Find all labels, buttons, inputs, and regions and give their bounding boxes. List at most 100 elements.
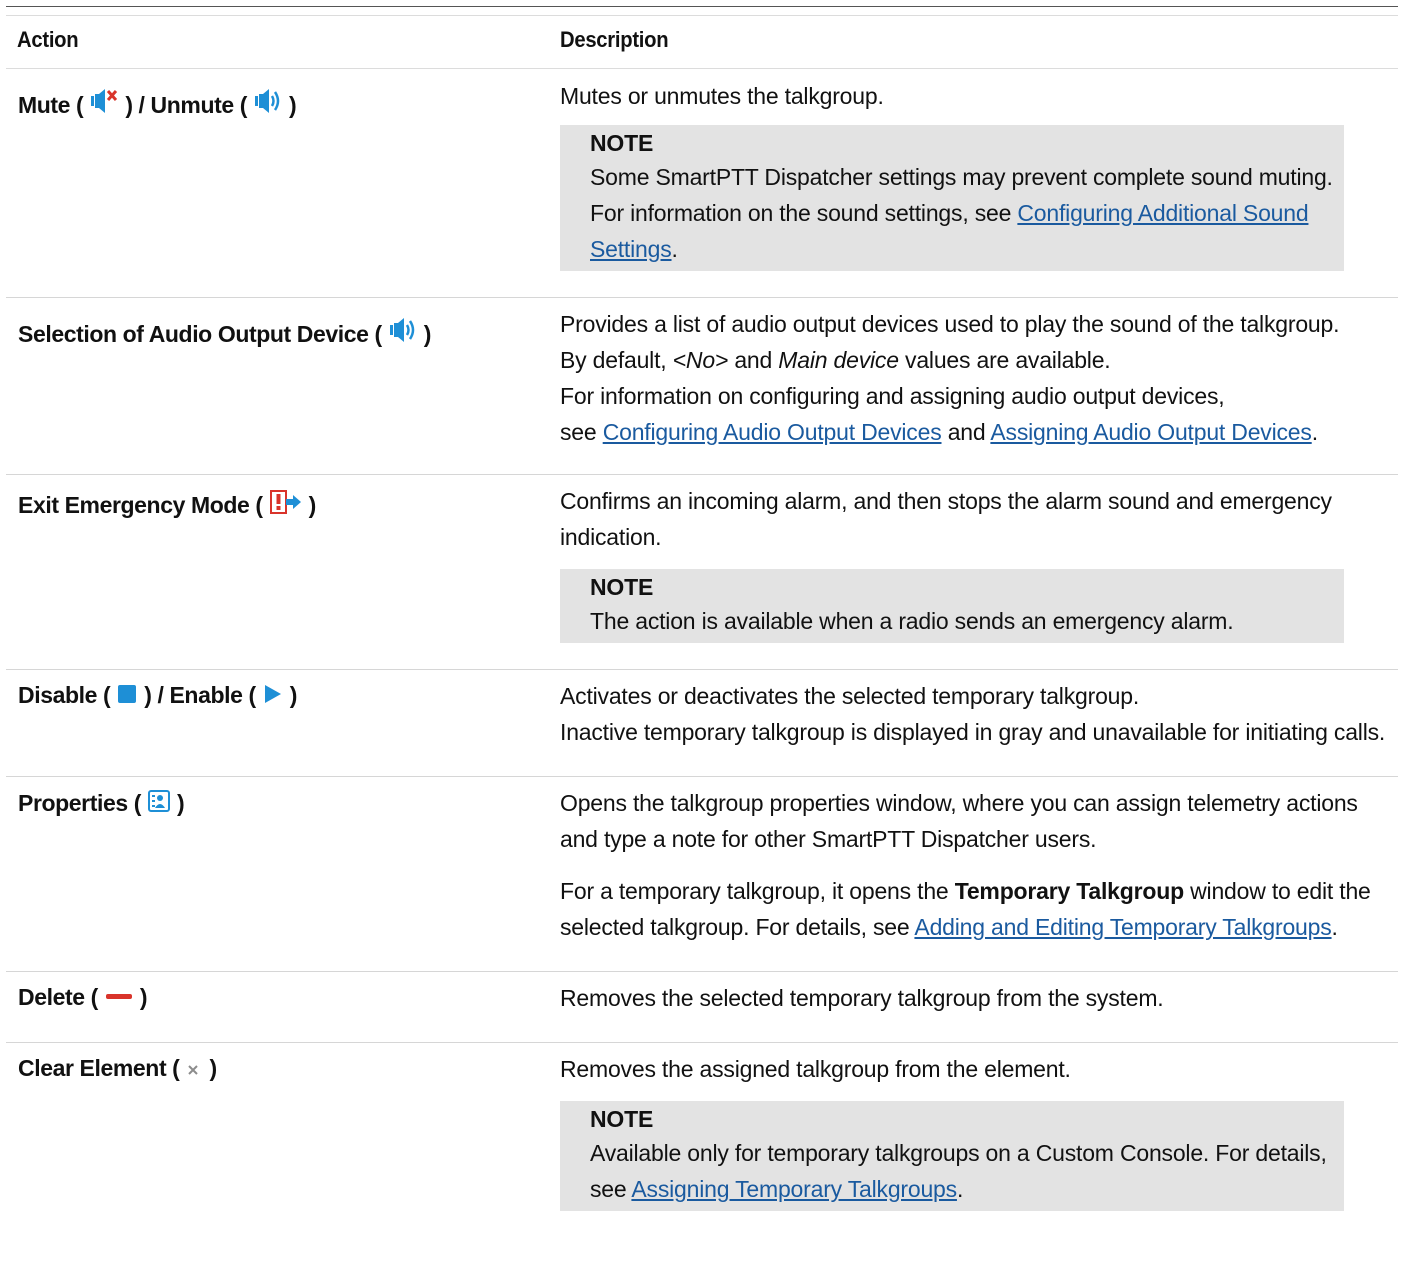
italic-main-device: Main device bbox=[778, 347, 899, 373]
description-cell: Opens the talkgroup properties window, w… bbox=[560, 776, 1398, 972]
note-title: NOTE bbox=[590, 130, 654, 156]
description-cell: Mutes or unmutes the talkgroup. NOTE Som… bbox=[560, 68, 1398, 298]
description-cell: Removes the assigned talkgroup from the … bbox=[560, 1043, 1398, 1211]
table-row-delete: Delete ( ) Removes the selected temporar… bbox=[6, 971, 1398, 1043]
note-text-part: . bbox=[956, 1176, 964, 1202]
link-assigning-audio-output-devices[interactable]: Assigning Audio Output Devices bbox=[990, 419, 1312, 445]
description: Removes the assigned talkgroup from the … bbox=[560, 1043, 1398, 1211]
note-text: The action is available when a radio sen… bbox=[590, 608, 1234, 634]
table-row-audio-output: Selection of Audio Output Device ( ) Pro… bbox=[6, 297, 1398, 475]
properties-card-icon bbox=[147, 789, 171, 819]
header-action-label: Action bbox=[17, 27, 79, 52]
description-line: Activates or deactivates the selected te… bbox=[560, 683, 1140, 709]
table-header-row: Action Description bbox=[6, 15, 1398, 69]
close-x-icon bbox=[185, 1057, 203, 1084]
note-text: Some SmartPTT Dispatcher settings may pr… bbox=[590, 159, 1334, 267]
text-part: By default, bbox=[560, 347, 673, 373]
header-description: Description bbox=[560, 15, 1331, 69]
description-paragraph: For a temporary talkgroup, it opens the … bbox=[560, 873, 1388, 945]
play-triangle-icon bbox=[262, 683, 284, 711]
action-label: Properties ( ) bbox=[6, 777, 560, 819]
link-adding-editing-temporary-talkgroups[interactable]: Adding and Editing Temporary Talkgroups bbox=[914, 914, 1331, 940]
description: Activates or deactivates the selected te… bbox=[560, 670, 1398, 776]
description-line: Provides a list of audio output devices … bbox=[560, 311, 1340, 337]
action-label: Delete ( ) bbox=[6, 972, 560, 1013]
table-row-clear-element: Clear Element ( ) Removes the assigned t… bbox=[6, 1043, 1398, 1211]
action-label: Mute ( ) / Unmute ( ) bbox=[6, 69, 560, 121]
action-text: ) bbox=[177, 790, 185, 816]
actions-table: Action Description Mute ( ) / Unmute ( )… bbox=[6, 15, 1398, 1211]
text-part: . bbox=[1331, 914, 1338, 940]
note-title: NOTE bbox=[590, 1106, 654, 1132]
description-cell: Confirms an incoming alarm, and then sto… bbox=[560, 474, 1398, 670]
link-assigning-temporary-talkgroups[interactable]: Assigning Temporary Talkgroups bbox=[631, 1176, 957, 1202]
action-text: Properties ( bbox=[18, 790, 142, 816]
description: Removes the selected temporary talkgroup… bbox=[560, 972, 1398, 1042]
description-line: Inactive temporary talkgroup is displaye… bbox=[560, 719, 1386, 745]
action-text: ) bbox=[209, 1055, 217, 1081]
header-action: Action bbox=[6, 15, 516, 69]
action-cell: Mute ( ) / Unmute ( ) bbox=[6, 68, 560, 298]
minus-bar-icon bbox=[104, 986, 134, 1013]
description: Confirms an incoming alarm, and then sto… bbox=[560, 475, 1398, 669]
description-text: Mutes or unmutes the talkgroup. bbox=[560, 83, 884, 109]
description-line: For information on configuring and assig… bbox=[560, 383, 1225, 409]
header-description-label: Description bbox=[560, 27, 669, 52]
action-text: ) bbox=[289, 92, 297, 118]
description-text: Removes the selected temporary talkgroup… bbox=[560, 985, 1164, 1011]
description: Provides a list of audio output devices … bbox=[560, 298, 1398, 474]
action-text: Delete ( bbox=[18, 984, 98, 1010]
description: Opens the talkgroup properties window, w… bbox=[560, 777, 1398, 971]
description-text: Removes the assigned talkgroup from the … bbox=[560, 1056, 1071, 1082]
text-part: and bbox=[941, 419, 991, 445]
action-label: Clear Element ( ) bbox=[6, 1043, 560, 1084]
action-label: Exit Emergency Mode ( ) bbox=[6, 475, 560, 521]
description: Mutes or unmutes the talkgroup. NOTE Som… bbox=[560, 69, 1398, 297]
link-configuring-audio-output-devices[interactable]: Configuring Audio Output Devices bbox=[603, 419, 942, 445]
note-text-part: . bbox=[671, 236, 678, 262]
action-text: Mute ( bbox=[18, 92, 84, 118]
action-text: ) bbox=[423, 321, 432, 347]
description-cell: Removes the selected temporary talkgroup… bbox=[560, 971, 1398, 1043]
action-text: ) / Enable ( bbox=[144, 682, 256, 708]
action-text: ) bbox=[139, 984, 148, 1010]
description-paragraph: Opens the talkgroup properties window, w… bbox=[560, 790, 1358, 852]
action-label: Selection of Audio Output Device ( ) bbox=[6, 298, 560, 350]
italic-no-value: <No> bbox=[672, 347, 729, 373]
top-rule bbox=[6, 6, 1398, 7]
table-row-mute: Mute ( ) / Unmute ( ) Mutes or unmutes t… bbox=[6, 68, 1398, 298]
text-part: see bbox=[560, 419, 603, 445]
note-box: NOTE Some SmartPTT Dispatcher settings m… bbox=[560, 125, 1344, 271]
text-part: and bbox=[728, 347, 779, 373]
table-row-exit-emergency: Exit Emergency Mode ( ) Confirms an inco… bbox=[6, 474, 1398, 670]
action-text: Disable ( bbox=[18, 682, 111, 708]
action-text: ) / Unmute ( bbox=[125, 92, 248, 118]
exit-emergency-icon bbox=[269, 489, 303, 521]
description-line: see Configuring Audio Output Devices and… bbox=[560, 414, 1388, 450]
bold-window-name: Temporary Talkgroup bbox=[954, 878, 1184, 904]
speaker-muted-icon bbox=[89, 87, 119, 121]
table-row-disable-enable: Disable ( ) / Enable ( ) Activates or de… bbox=[6, 669, 1398, 777]
text-part: values are available. bbox=[898, 347, 1111, 373]
note-box: NOTE The action is available when a radi… bbox=[560, 569, 1344, 643]
action-cell: Disable ( ) / Enable ( ) bbox=[6, 669, 560, 777]
text-part: . bbox=[1311, 419, 1318, 445]
description-line: By default, <No> and Main device values … bbox=[560, 342, 1388, 378]
speaker-icon bbox=[388, 316, 418, 350]
speaker-icon bbox=[253, 87, 283, 121]
description-text: Confirms an incoming alarm, and then sto… bbox=[560, 488, 1332, 550]
note-box: NOTE Available only for temporary talkgr… bbox=[560, 1101, 1344, 1211]
action-cell: Delete ( ) bbox=[6, 971, 560, 1043]
action-label: Disable ( ) / Enable ( ) bbox=[6, 670, 560, 711]
stop-square-icon bbox=[116, 683, 138, 711]
table-row-properties: Properties ( ) Opens the talkgroup prope… bbox=[6, 776, 1398, 972]
action-text: Selection of Audio Output Device ( bbox=[18, 321, 382, 347]
note-title: NOTE bbox=[590, 574, 654, 600]
action-text: Exit Emergency Mode ( bbox=[18, 492, 263, 518]
action-text: ) bbox=[289, 682, 298, 708]
action-text: ) bbox=[308, 492, 317, 518]
description-cell: Provides a list of audio output devices … bbox=[560, 297, 1398, 475]
action-text: Clear Element ( bbox=[18, 1055, 180, 1081]
text-part: For a temporary talkgroup, it opens the bbox=[560, 878, 955, 904]
note-text: Available only for temporary talkgroups … bbox=[590, 1135, 1334, 1207]
